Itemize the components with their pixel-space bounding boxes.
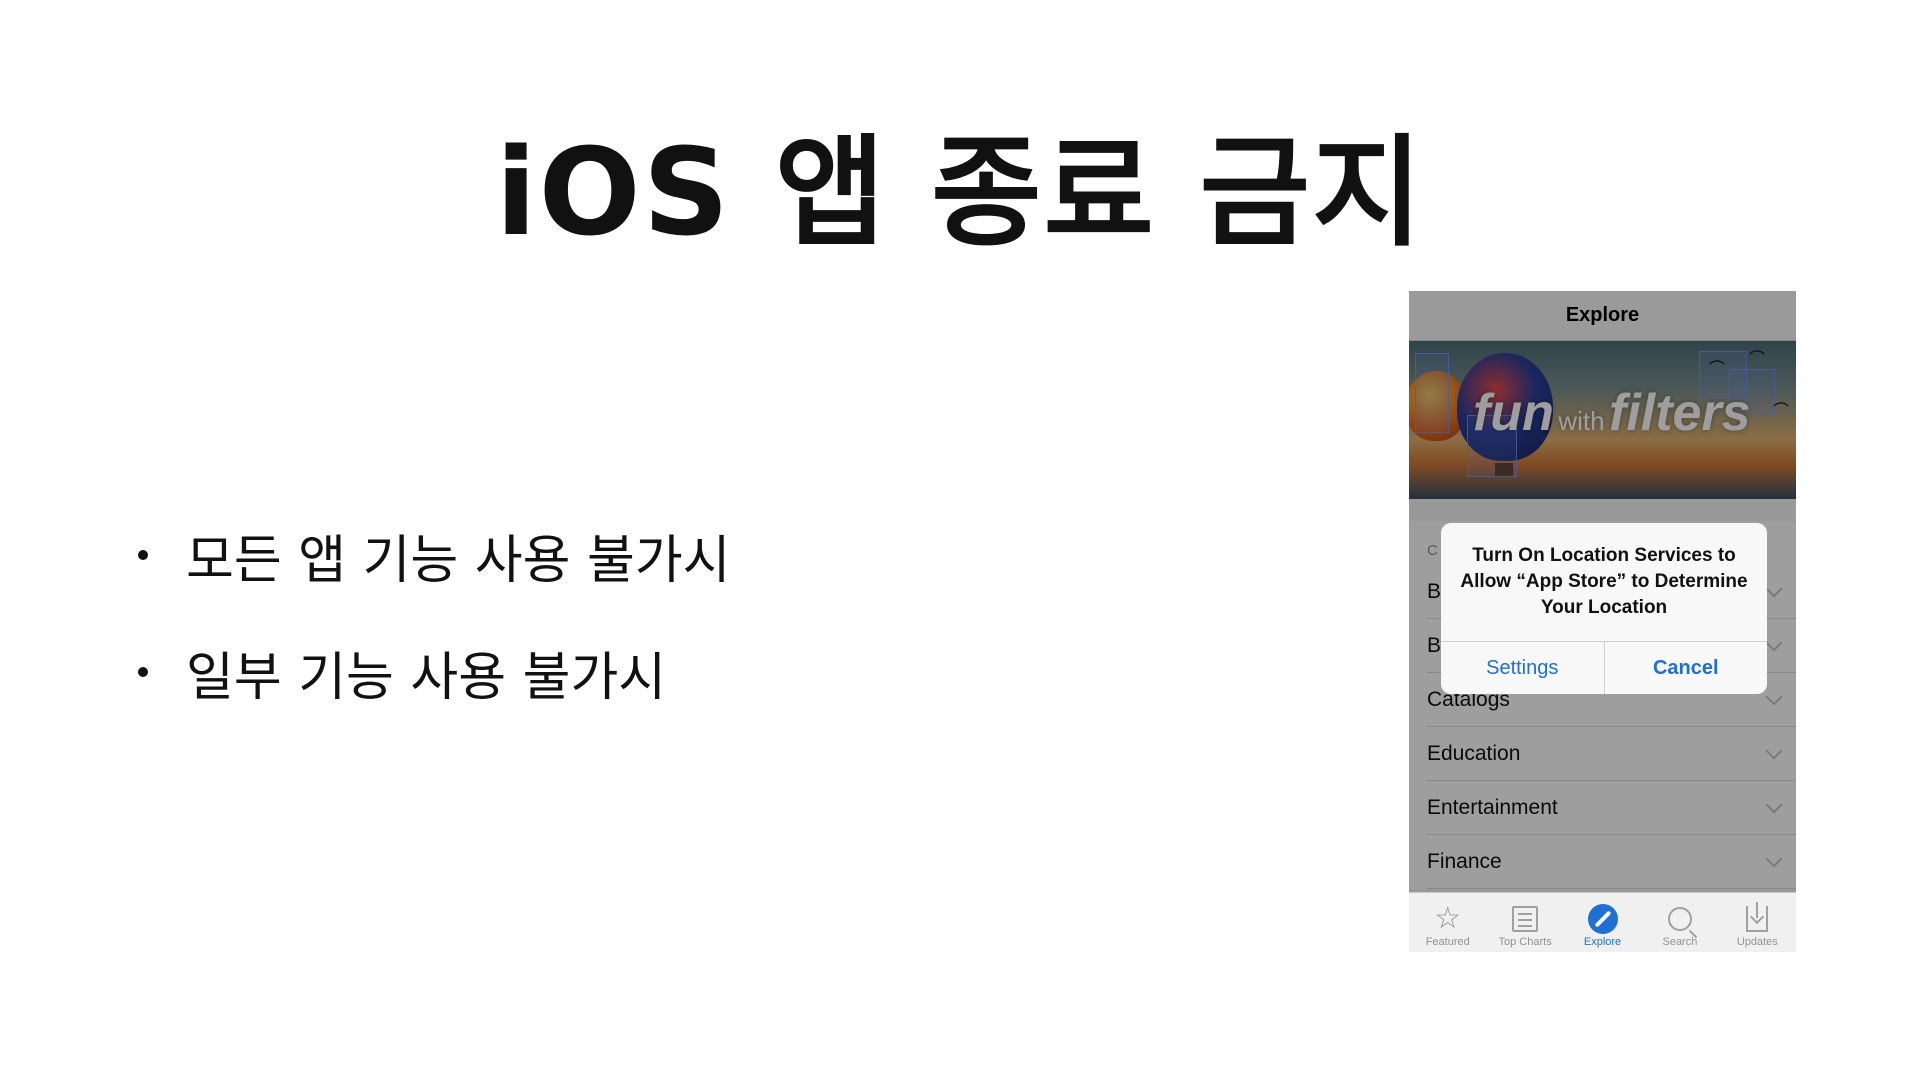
bullet-item: 일부 기능 사용 불가시 <box>138 642 731 708</box>
star-icon: ☆ <box>1434 902 1462 935</box>
bullet-dot-icon <box>138 667 148 677</box>
compass-icon <box>1587 904 1618 934</box>
cancel-button[interactable]: Cancel <box>1605 642 1768 694</box>
alert-buttons: Settings Cancel <box>1441 642 1767 694</box>
updates-icon <box>1746 902 1769 932</box>
bullet-item: 모든 앱 기능 사용 불가시 <box>138 525 731 591</box>
tab-top-charts[interactable]: Top Charts <box>1486 893 1563 952</box>
tab-bar: ☆ Featured Top Charts Explore Search Upd… <box>1409 892 1796 952</box>
tab-label: Updates <box>1736 936 1778 948</box>
updates-icon-wrapper <box>1746 902 1769 936</box>
search-icon-wrapper <box>1667 902 1692 936</box>
bullet-list: 모든 앱 기능 사용 불가시 일부 기능 사용 불가시 <box>138 525 731 759</box>
phone-screenshot: Explore ⌒ ⌒ ⌒ fun with filters C B B Cat… <box>1409 291 1796 952</box>
tab-label: Top Charts <box>1498 936 1552 948</box>
tab-label: Search <box>1662 936 1698 948</box>
bullet-dot-icon <box>138 550 148 560</box>
tab-search[interactable]: Search <box>1641 893 1718 952</box>
tab-label: Featured <box>1425 936 1470 948</box>
tab-label: Explore <box>1583 936 1622 948</box>
tab-updates[interactable]: Updates <box>1719 893 1796 952</box>
location-alert-dialog: Turn On Location Services to Allow “App … <box>1441 523 1767 694</box>
settings-button[interactable]: Settings <box>1441 642 1605 694</box>
bullet-text: 일부 기능 사용 불가시 <box>186 647 667 708</box>
compass-icon-wrapper <box>1587 902 1618 936</box>
list-icon <box>1512 906 1539 932</box>
alert-message: Turn On Location Services to Allow “App … <box>1441 523 1767 642</box>
bullet-text: 모든 앱 기능 사용 불가시 <box>186 530 731 591</box>
search-icon <box>1667 907 1692 931</box>
slide-title: iOS 앱 종료 금지 <box>495 124 1425 263</box>
list-icon-wrapper <box>1512 902 1539 936</box>
tab-featured[interactable]: ☆ Featured <box>1409 893 1486 952</box>
tab-explore[interactable]: Explore <box>1564 893 1641 952</box>
